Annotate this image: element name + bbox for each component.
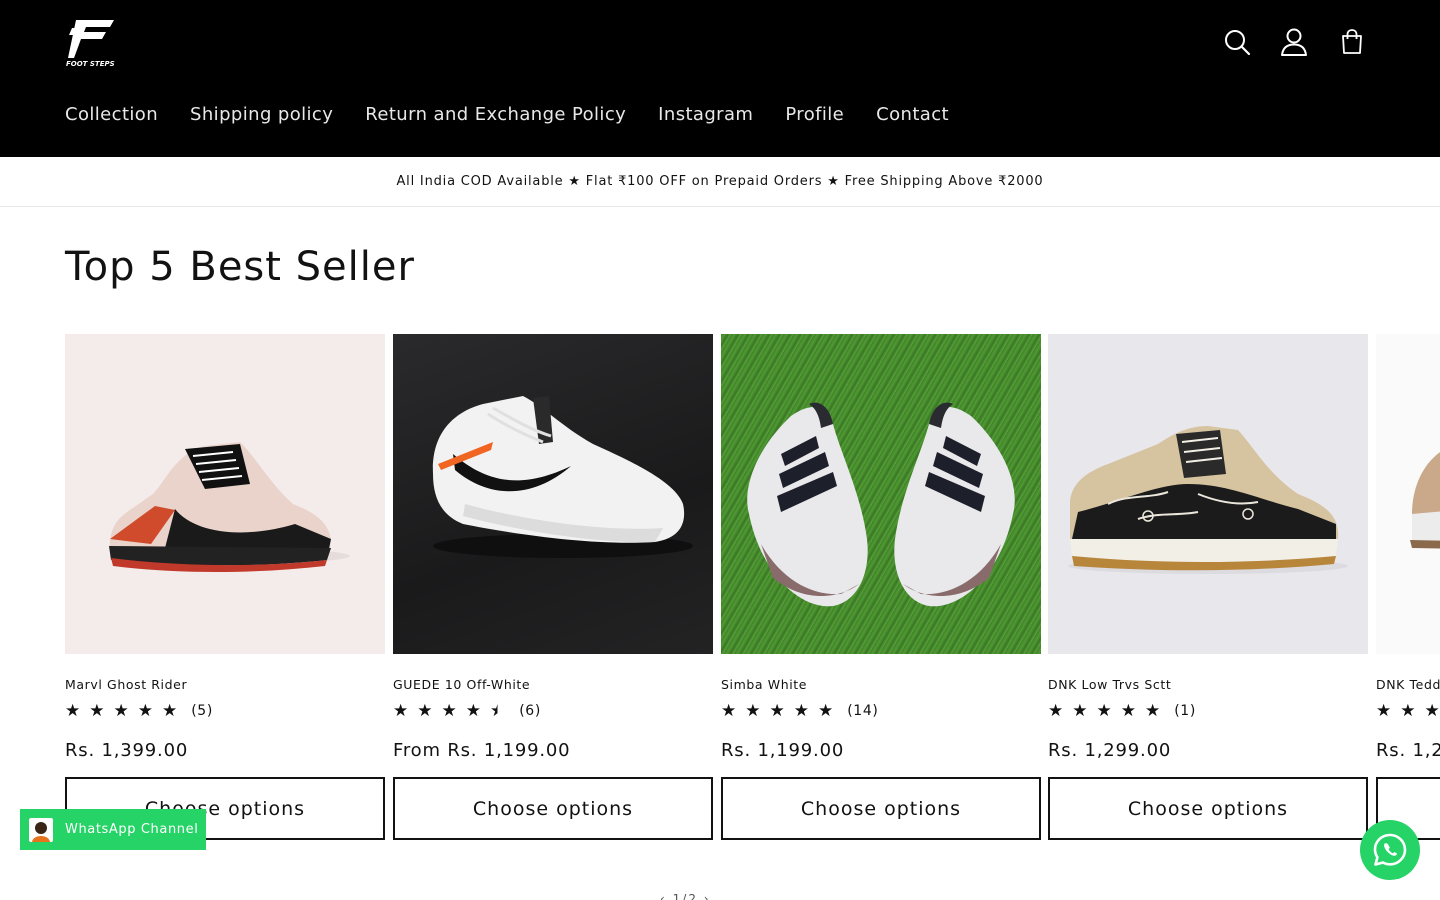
choose-options-button[interactable]: Choose options bbox=[1048, 777, 1368, 840]
star-icon: ★ bbox=[465, 701, 481, 721]
product-image[interactable] bbox=[1376, 334, 1440, 654]
product-card: GUEDE 10 Off-White ★ ★ ★ ★ ★ (6) From Rs… bbox=[393, 334, 713, 840]
half-star-icon: ★ bbox=[490, 701, 506, 721]
announcement-bar: All India COD Available ★ Flat ₹100 OFF … bbox=[0, 157, 1440, 207]
product-title[interactable]: Simba White bbox=[721, 677, 1041, 693]
star-icon: ★ bbox=[162, 701, 178, 721]
whatsapp-icon bbox=[1373, 833, 1407, 866]
star-icon: ★ bbox=[1048, 701, 1064, 721]
product-rating: ★ ★ ★ bbox=[1376, 702, 1440, 720]
star-icon: ★ bbox=[818, 701, 834, 721]
rating-count: (14) bbox=[847, 703, 879, 719]
slider-pagination: ‹ 1/2 › bbox=[660, 892, 711, 900]
product-card: DNK Low Trvs Sctt ★ ★ ★ ★ ★ (1) Rs. 1,29… bbox=[1048, 334, 1368, 840]
product-image[interactable] bbox=[1048, 334, 1368, 654]
cart-icon[interactable] bbox=[1336, 26, 1368, 58]
rating-stars: ★ ★ ★ ★ ★ bbox=[393, 702, 505, 720]
search-icon[interactable] bbox=[1221, 26, 1253, 58]
footsteps-logo[interactable]: FOOT STEPS bbox=[64, 18, 116, 68]
whatsapp-channel-button[interactable]: WhatsApp Channel bbox=[20, 809, 206, 850]
star-icon: ★ bbox=[89, 701, 105, 721]
product-rating: ★ ★ ★ ★ ★ (5) bbox=[65, 702, 385, 720]
svg-text:FOOT STEPS: FOOT STEPS bbox=[66, 60, 115, 68]
whatsapp-channel-label: WhatsApp Channel bbox=[65, 822, 199, 837]
star-icon: ★ bbox=[65, 701, 81, 721]
rating-count: (6) bbox=[519, 703, 541, 719]
nav-item-instagram[interactable]: Instagram bbox=[658, 104, 753, 125]
star-icon: ★ bbox=[113, 701, 129, 721]
product-price: From Rs. 1,199.00 bbox=[393, 740, 571, 761]
product-title[interactable]: DNK Tedd bbox=[1376, 677, 1440, 693]
star-icon: ★ bbox=[1145, 701, 1161, 721]
page-counter: 1/2 bbox=[672, 892, 698, 900]
product-rating: ★ ★ ★ ★ ★ (6) bbox=[393, 702, 713, 720]
star-icon: ★ bbox=[1376, 701, 1392, 721]
star-icon: ★ bbox=[745, 701, 761, 721]
nav-item-collection[interactable]: Collection bbox=[65, 104, 158, 125]
star-icon: ★ bbox=[137, 701, 153, 721]
product-card: Marvl Ghost Rider ★ ★ ★ ★ ★ (5) Rs. 1,39… bbox=[65, 334, 385, 840]
rating-count: (5) bbox=[191, 703, 213, 719]
star-icon: ★ bbox=[769, 701, 785, 721]
product-image[interactable] bbox=[721, 334, 1041, 654]
nav-item-shipping-policy[interactable]: Shipping policy bbox=[190, 104, 333, 125]
prev-arrow-icon[interactable]: ‹ bbox=[660, 892, 667, 900]
account-icon[interactable] bbox=[1278, 26, 1310, 58]
section-title: Top 5 Best Seller bbox=[65, 244, 415, 290]
star-icon: ★ bbox=[417, 701, 433, 721]
site-header: FOOT STEPS Collection Shipping policy Re… bbox=[0, 0, 1440, 157]
product-card: Simba White ★ ★ ★ ★ ★ (14) Rs. 1,199.00 … bbox=[721, 334, 1041, 840]
product-image[interactable] bbox=[65, 334, 385, 654]
product-title[interactable]: Marvl Ghost Rider bbox=[65, 677, 385, 693]
star-icon: ★ bbox=[1120, 701, 1136, 721]
star-icon: ★ bbox=[1424, 701, 1440, 721]
star-icon: ★ bbox=[393, 701, 409, 721]
avatar bbox=[29, 817, 53, 842]
nav-item-return-exchange-policy[interactable]: Return and Exchange Policy bbox=[365, 104, 626, 125]
product-card: DNK Tedd ★ ★ ★ Rs. 1,2 bbox=[1376, 334, 1440, 840]
star-icon: ★ bbox=[1096, 701, 1112, 721]
choose-options-button[interactable]: Choose options bbox=[393, 777, 713, 840]
star-icon: ★ bbox=[441, 701, 457, 721]
product-price: Rs. 1,2 bbox=[1376, 740, 1440, 761]
product-price: Rs. 1,399.00 bbox=[65, 740, 189, 761]
product-title[interactable]: GUEDE 10 Off-White bbox=[393, 677, 713, 693]
rating-stars: ★ ★ ★ ★ ★ bbox=[65, 702, 177, 720]
product-rating: ★ ★ ★ ★ ★ (14) bbox=[721, 702, 1041, 720]
product-price: Rs. 1,199.00 bbox=[721, 740, 845, 761]
rating-count: (1) bbox=[1174, 703, 1196, 719]
rating-stars: ★ ★ ★ ★ ★ bbox=[721, 702, 833, 720]
nav-item-profile[interactable]: Profile bbox=[785, 104, 844, 125]
main-nav: Collection Shipping policy Return and Ex… bbox=[65, 104, 981, 125]
star-icon: ★ bbox=[1072, 701, 1088, 721]
next-arrow-icon[interactable]: › bbox=[704, 892, 711, 900]
product-price: Rs. 1,299.00 bbox=[1048, 740, 1172, 761]
rating-stars: ★ ★ ★ bbox=[1376, 702, 1440, 720]
choose-options-button[interactable]: Choose options bbox=[721, 777, 1041, 840]
star-icon: ★ bbox=[793, 701, 809, 721]
nav-item-contact[interactable]: Contact bbox=[876, 104, 949, 125]
product-image[interactable] bbox=[393, 334, 713, 654]
star-icon: ★ bbox=[1400, 701, 1416, 721]
product-rating: ★ ★ ★ ★ ★ (1) bbox=[1048, 702, 1368, 720]
whatsapp-chat-button[interactable] bbox=[1360, 820, 1420, 880]
rating-stars: ★ ★ ★ ★ ★ bbox=[1048, 702, 1160, 720]
star-icon: ★ bbox=[721, 701, 737, 721]
announcement-text: All India COD Available ★ Flat ₹100 OFF … bbox=[396, 174, 1044, 189]
product-title[interactable]: DNK Low Trvs Sctt bbox=[1048, 677, 1368, 693]
